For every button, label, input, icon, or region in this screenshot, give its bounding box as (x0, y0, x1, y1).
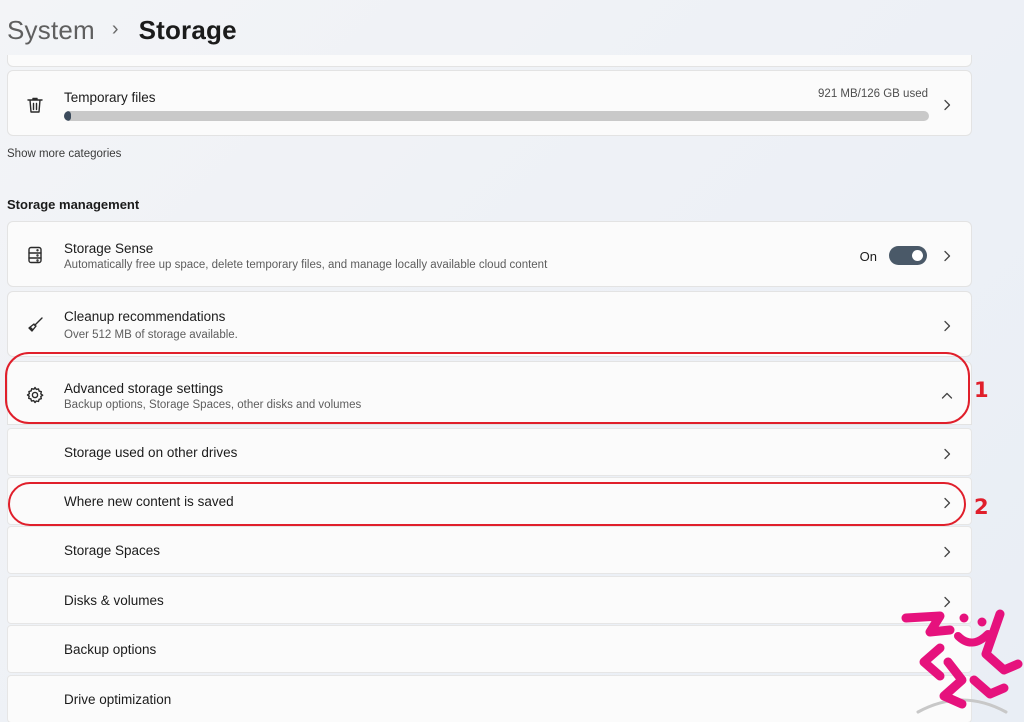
watermark-logo-icon (901, 609, 1023, 714)
temporary-files-progress-fill (64, 111, 71, 121)
storage-sense-title: Storage Sense (64, 241, 154, 256)
annotation-marker-2: 2 (974, 495, 989, 519)
storage-management-heading: Storage management (7, 197, 140, 212)
breadcrumb-separator-icon: › (111, 17, 119, 40)
chevron-right-icon (941, 545, 953, 558)
cleanup-recommendations-subtitle: Over 512 MB of storage available. (64, 329, 238, 341)
storage-sense-toggle-label: On (859, 249, 877, 264)
advanced-storage-settings-list: Storage used on other drives Where new c… (7, 428, 972, 722)
temporary-files-label: Temporary files (64, 90, 156, 105)
cleanup-recommendations-row[interactable]: Cleanup recommendations Over 512 MB of s… (7, 291, 972, 357)
chevron-up-icon (941, 389, 953, 401)
chevron-right-icon (941, 98, 953, 111)
chevron-right-icon (941, 496, 953, 509)
advanced-storage-settings-row[interactable]: Advanced storage settings Backup options… (7, 361, 972, 425)
list-item-where-new-content-is-saved[interactable]: Where new content is saved (7, 477, 972, 525)
breadcrumb: System › Storage (7, 10, 237, 50)
list-item-backup-options[interactable]: Backup options (7, 625, 972, 673)
list-item-label: Storage Spaces (64, 543, 161, 558)
list-item-drive-optimization[interactable]: Drive optimization (7, 675, 972, 722)
list-item-label: Where new content is saved (64, 494, 234, 509)
trash-icon (24, 94, 46, 116)
drive-icon (24, 244, 46, 266)
previous-category-card (7, 55, 972, 67)
list-item-label: Drive optimization (64, 692, 172, 707)
chevron-right-icon (941, 319, 953, 332)
breadcrumb-system[interactable]: System (7, 15, 95, 46)
toggle-knob (912, 250, 923, 261)
page-title: Storage (138, 14, 237, 45)
list-item-label: Backup options (64, 642, 157, 657)
show-more-categories-link[interactable]: Show more categories (7, 148, 121, 160)
temporary-files-row[interactable]: Temporary files 921 MB/126 GB used (7, 70, 972, 136)
list-item-disks-and-volumes[interactable]: Disks & volumes (7, 576, 972, 624)
list-item-label: Storage used on other drives (64, 445, 238, 460)
advanced-storage-settings-title: Advanced storage settings (64, 381, 224, 396)
chevron-right-icon (941, 249, 953, 262)
gear-icon (24, 384, 46, 406)
list-item-label: Disks & volumes (64, 593, 164, 608)
temporary-files-usage: 921 MB/126 GB used (818, 88, 928, 100)
advanced-storage-settings-subtitle: Backup options, Storage Spaces, other di… (64, 399, 362, 411)
storage-sense-row[interactable]: Storage Sense Automatically free up spac… (7, 221, 972, 287)
list-item-storage-spaces[interactable]: Storage Spaces (7, 526, 972, 574)
cleanup-recommendations-title: Cleanup recommendations (64, 309, 226, 324)
storage-sense-subtitle: Automatically free up space, delete temp… (64, 259, 548, 271)
storage-sense-toggle[interactable] (889, 246, 927, 265)
chevron-right-icon (941, 447, 953, 460)
list-item-storage-used-on-other-drives[interactable]: Storage used on other drives (7, 428, 972, 476)
broom-icon (24, 314, 46, 336)
temporary-files-progress (64, 111, 929, 121)
annotation-marker-1: 1 (974, 378, 989, 402)
